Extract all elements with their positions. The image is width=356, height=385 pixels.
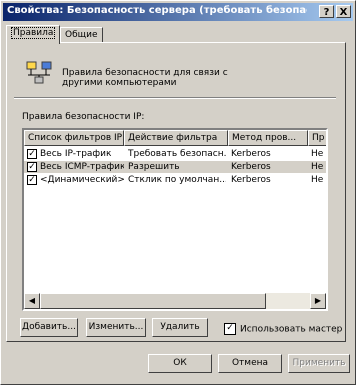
wizard-label: Использовать мастер xyxy=(240,324,343,335)
row-action: Разрешить xyxy=(128,162,180,172)
close-button[interactable]: X xyxy=(336,5,351,18)
horizontal-scrollbar[interactable]: ◀ ▶ xyxy=(24,293,326,309)
scroll-left-icon[interactable]: ◀ xyxy=(24,293,40,309)
scroll-thumb[interactable] xyxy=(40,293,266,309)
remove-button[interactable]: Удалить xyxy=(152,318,208,337)
row-filter: Весь ICMP-трафик xyxy=(40,162,124,172)
table-row[interactable]: ✓ Весь IP-трафик Требовать безопасн... K… xyxy=(24,148,326,160)
tab-general-label: Общие xyxy=(65,30,98,40)
table-row[interactable]: ✓ <Динамический> Стклик по умолчан... Ke… xyxy=(24,174,326,186)
row-checkbox[interactable]: ✓ xyxy=(27,175,37,185)
help-button[interactable]: ? xyxy=(319,5,334,18)
row-method: Kerberos xyxy=(231,175,271,185)
row-checkbox[interactable]: ✓ xyxy=(27,162,37,172)
tab-rules[interactable]: Правила xyxy=(6,25,61,44)
add-button[interactable]: Добавить... xyxy=(20,318,78,337)
wizard-checkbox[interactable]: ✓ xyxy=(224,323,236,335)
row-filter: <Динамический> xyxy=(40,175,124,185)
separator xyxy=(14,97,336,99)
ok-button[interactable]: ОК xyxy=(148,354,212,373)
scroll-right-icon[interactable]: ▶ xyxy=(310,293,326,309)
tab-general[interactable]: Общие xyxy=(60,27,103,43)
row-filter: Весь IP-трафик xyxy=(40,149,112,159)
column-header-auth-method[interactable]: Метод пров... xyxy=(228,130,308,146)
list-header: Список фильтров IP Действие фильтра Мето… xyxy=(24,130,326,146)
edit-button[interactable]: Изменить... xyxy=(86,318,146,337)
rules-list[interactable]: Список фильтров IP Действие фильтра Мето… xyxy=(22,128,328,311)
row-tunnel: Не xyxy=(311,162,324,172)
column-header-filter-list[interactable]: Список фильтров IP xyxy=(24,130,124,146)
rules-list-label: Правила безопасности IP: xyxy=(22,112,145,122)
row-tunnel: Не xyxy=(311,175,324,185)
table-row[interactable]: ✓ Весь ICMP-трафик Разрешить Kerberos Не xyxy=(24,161,326,173)
row-action: Стклик по умолчан... xyxy=(128,175,226,185)
row-method: Kerberos xyxy=(231,149,271,159)
network-computers-icon xyxy=(26,61,52,84)
row-action: Требовать безопасн... xyxy=(128,149,226,159)
tab-rules-label: Правила xyxy=(11,27,56,39)
window-title: Свойства: Безопасность сервера (требоват… xyxy=(7,5,307,16)
row-checkbox[interactable]: ✓ xyxy=(27,149,37,159)
column-header-tunnel[interactable]: Пр xyxy=(308,130,326,146)
column-header-filter-action[interactable]: Действие фильтра xyxy=(124,130,228,146)
rules-description: Правила безопасности для связи с другими… xyxy=(62,68,228,88)
row-tunnel: Не xyxy=(311,149,324,159)
title-bar: Свойства: Безопасность сервера (требоват… xyxy=(3,3,353,21)
apply-button[interactable]: Применить xyxy=(288,354,350,373)
cancel-button[interactable]: Отмена xyxy=(218,354,282,373)
use-wizard-option[interactable]: ✓ Использовать мастер xyxy=(224,323,342,335)
row-method: Kerberos xyxy=(231,162,271,172)
